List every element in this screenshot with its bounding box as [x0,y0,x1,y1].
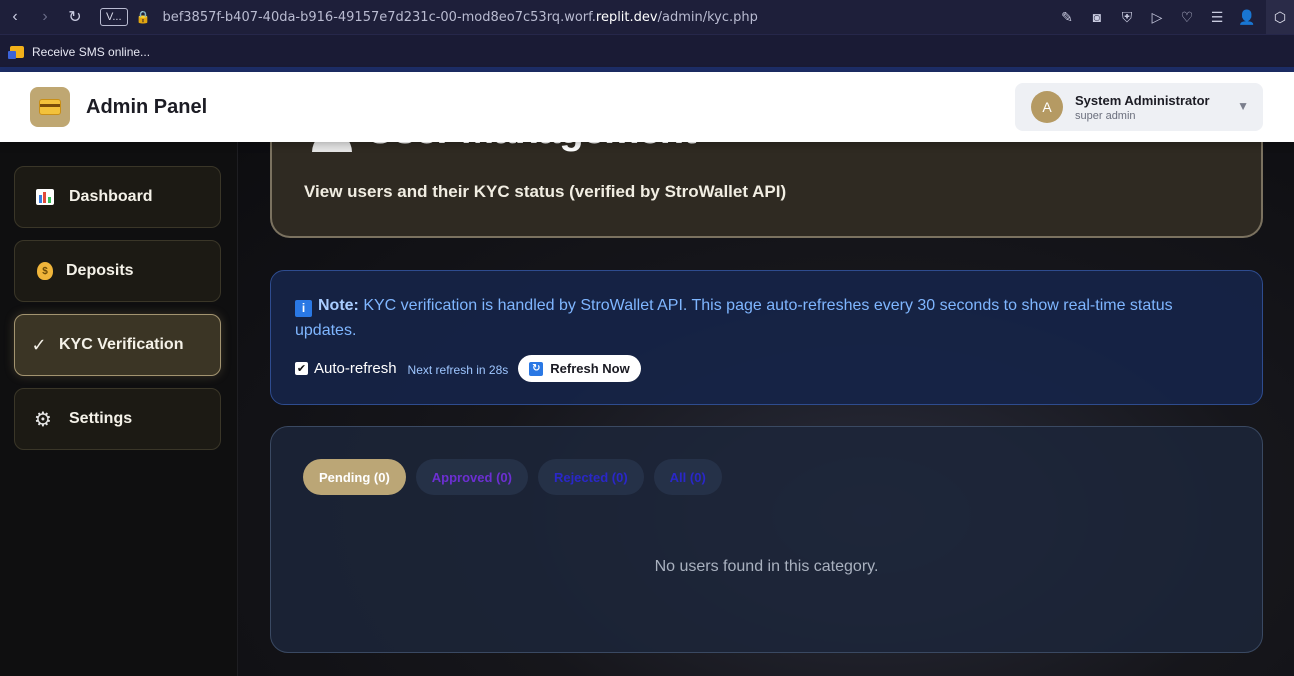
money-bag-icon-wrap: $ [35,262,55,280]
main-content: User Management View users and their KYC… [238,142,1294,676]
note-label: Note: [318,297,359,314]
note-body: KYC verification is handled by StroWalle… [295,297,1173,339]
user-info: System Administrator super admin [1075,93,1210,122]
sidebar-item-deposits[interactable]: $ Deposits [14,240,221,302]
edit-icon[interactable]: ✎ [1052,3,1082,31]
app-header: Admin Panel A System Administrator super… [0,72,1294,142]
tab-rejected[interactable]: Rejected (0) [537,459,644,495]
bookmark-icon [8,45,24,59]
tab-all[interactable]: All (0) [653,459,722,495]
status-tabs: Pending (0) Approved (0) Rejected (0) Al… [303,459,732,495]
sidebar-item-label: Settings [69,410,133,427]
note-panel: i Note: KYC verification is handled by St… [270,270,1263,405]
tab-approved[interactable]: Approved (0) [415,459,528,495]
avatar: A [1031,91,1063,123]
empty-state-message: No users found in this category. [654,558,879,575]
sidebar-item-label: Dashboard [69,188,153,205]
gear-icon: ⚙ [34,408,52,431]
menu-icon[interactable]: ☰ [1202,3,1232,31]
refresh-controls: ✔ Auto-refresh Next refresh in 28s ↻ Ref… [295,355,641,382]
user-icon [308,142,356,152]
chevron-down-icon: ▼ [1237,99,1249,113]
refresh-icon: ↻ [529,361,544,376]
url-path: /admin/kyc.php [657,9,758,25]
credit-card-icon [39,99,61,115]
sidebar-item-dashboard[interactable]: Dashboard [14,166,221,228]
logo[interactable] [30,87,70,127]
page-subtitle: View users and their KYC status (verifie… [304,182,787,201]
sidebar: Dashboard $ Deposits ✓ KYC Verification … [0,142,238,676]
bar-chart-icon-wrap [35,189,55,205]
user-name: System Administrator [1075,92,1210,108]
next-refresh-countdown: Next refresh in 28s [407,363,509,377]
sidebar-item-kyc-verification[interactable]: ✓ KYC Verification [14,314,221,376]
profile-icon[interactable]: 👤 [1232,3,1262,31]
play-icon[interactable]: ▷ [1142,3,1172,31]
extension-icon[interactable]: ⬡ [1266,0,1294,34]
address-bar[interactable]: bef3857f-b407-40da-b916-49157e7d231c-00-… [162,10,757,25]
sidebar-item-settings[interactable]: ⚙ Settings [14,388,221,450]
sidebar-item-label: KYC Verification [59,336,184,353]
browser-toolbar: ‹ › ↻ V... 🔒 bef3857f-b407-40da-b916-491… [0,0,1294,34]
bookmark-bar: Receive SMS online... [0,34,1294,68]
reload-icon[interactable]: ↻ [60,3,90,31]
users-panel: Pending (0) Approved (0) Rejected (0) Al… [270,426,1263,653]
user-menu[interactable]: A System Administrator super admin ▼ [1015,83,1263,131]
url-prefix: bef3857f-b407-40da-b916-49157e7d231c-00-… [162,9,596,25]
user-role: super admin [1075,109,1136,122]
forward-icon[interactable]: › [30,3,60,31]
camera-icon[interactable]: ◙ [1082,3,1112,31]
tab-chip[interactable]: V... [100,8,128,26]
info-icon: i [295,300,312,317]
page-title: User Management [366,142,697,153]
browser-actions: ✎ ◙ ⛨ ▷ ♡ ☰ 👤 ⬡ [1052,0,1294,34]
heart-icon[interactable]: ♡ [1172,3,1202,31]
refresh-now-button[interactable]: ↻ Refresh Now [518,355,641,382]
page-hero: User Management View users and their KYC… [270,142,1263,238]
auto-refresh-checkbox[interactable]: ✔ [295,362,308,375]
bookmark-link[interactable]: Receive SMS online... [32,45,150,59]
auto-refresh-label[interactable]: Auto-refresh [314,360,397,377]
sidebar-item-label: Deposits [66,262,134,279]
url-host: replit.dev [595,9,658,25]
bar-chart-icon [36,189,54,205]
tab-pending[interactable]: Pending (0) [303,459,406,495]
refresh-now-label: Refresh Now [550,361,630,376]
check-icon: ✓ [31,334,47,355]
shield-icon[interactable]: ⛨ [1112,3,1142,31]
back-icon[interactable]: ‹ [0,3,30,31]
lock-icon: 🔒 [135,10,151,24]
app-title: Admin Panel [86,95,208,118]
note-message: i Note: KYC verification is handled by St… [295,293,1235,343]
money-bag-icon: $ [37,262,53,280]
